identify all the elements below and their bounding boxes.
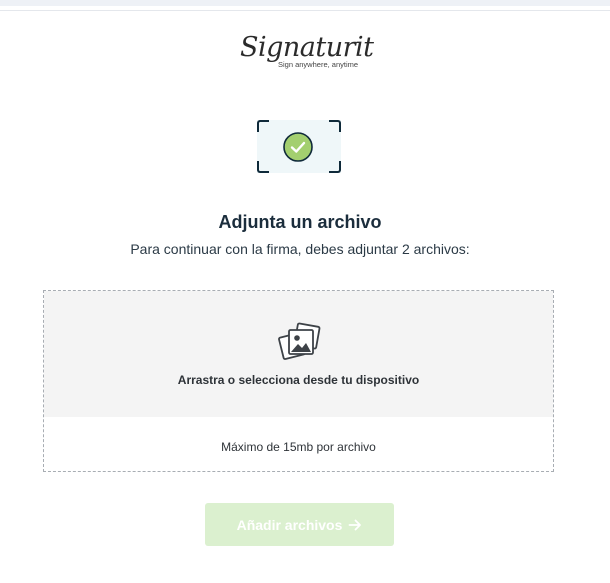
add-files-label: Añadir archivos: [236, 516, 343, 533]
logo-tagline: Sign anywhere, anytime: [278, 60, 359, 69]
header-divider: [0, 10, 610, 11]
page-title: Adjunta un archivo: [218, 212, 382, 232]
add-files-button[interactable]: Añadir archivos: [205, 503, 394, 546]
file-size-limit: Máximo de 15mb por archivo: [221, 440, 376, 454]
frame-corner: [257, 120, 269, 132]
signaturit-logo: Signaturit Sign anywhere, anytime: [240, 34, 374, 74]
frame-corner: [329, 161, 341, 173]
logo-wordmark: Signaturit: [240, 32, 374, 63]
photos-icon: [278, 322, 321, 360]
arrow-right-icon: [349, 519, 362, 530]
top-bar: [0, 0, 610, 6]
frame-corner: [329, 120, 341, 132]
page-subtitle: Para continuar con la firma, debes adjun…: [130, 241, 470, 257]
file-dropzone[interactable]: Arrastra o selecciona desde tu dispositi…: [43, 290, 554, 472]
dropzone-instruction: Arrastra o selecciona desde tu dispositi…: [177, 373, 420, 387]
check-circle-icon: [283, 132, 313, 162]
drop-area[interactable]: Arrastra o selecciona desde tu dispositi…: [44, 291, 553, 417]
attachment-illustration: [257, 120, 341, 173]
frame-corner: [257, 161, 269, 173]
